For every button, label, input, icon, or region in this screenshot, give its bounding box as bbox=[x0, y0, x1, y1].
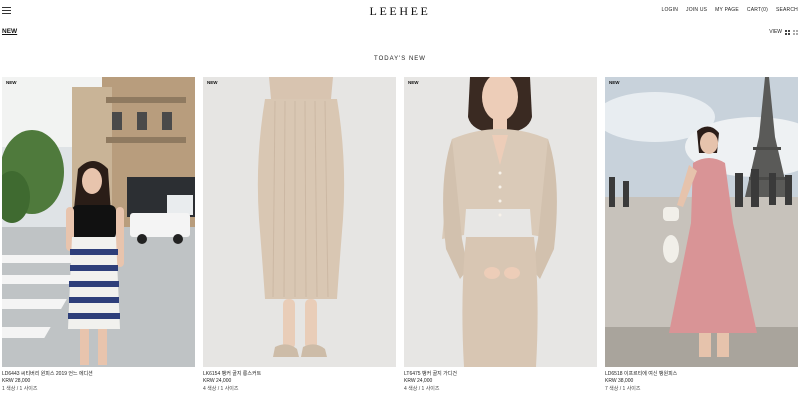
product-price: KRW 38,000 bbox=[605, 378, 634, 384]
product-image[interactable]: NEW bbox=[2, 77, 195, 367]
product-image[interactable]: NEW bbox=[203, 77, 396, 367]
product-name[interactable]: LD6518 이프르티에 여신 뱅원피스 bbox=[605, 370, 798, 377]
cart-link[interactable]: CART(0) bbox=[747, 7, 768, 13]
product-name[interactable]: LD6443 씨티버리 원피스 2019 언느 에디션 bbox=[2, 370, 195, 377]
product-image[interactable]: NEW bbox=[404, 77, 597, 367]
view-label: VIEW bbox=[769, 29, 782, 35]
product-options: 4 색상 / 1 사이즈 bbox=[203, 386, 239, 392]
grid-view-icon[interactable] bbox=[785, 29, 790, 35]
new-badge: NEW bbox=[609, 80, 620, 85]
product-card: NEW LT6475 뱅커 골지 가디건 KRW 24,000 4 색상 / 1… bbox=[404, 77, 597, 392]
new-badge: NEW bbox=[408, 80, 419, 85]
large-view-icon[interactable] bbox=[793, 29, 798, 35]
product-card: NEW LD6443 씨티버리 원피스 2019 언느 에디션 KRW 28,0… bbox=[2, 77, 195, 392]
section-title: TODAY'S NEW bbox=[374, 56, 426, 62]
site-header: LEEHEE LOGIN JOIN US MY PAGE CART(0) SEA… bbox=[0, 0, 800, 22]
top-nav: LOGIN JOIN US MY PAGE CART(0) SEARCH bbox=[661, 7, 798, 13]
product-price: KRW 24,000 bbox=[404, 378, 433, 384]
product-options: 1 색상 / 1 사이즈 bbox=[2, 386, 38, 392]
view-switcher: VIEW bbox=[769, 29, 798, 35]
product-options: 7 색상 / 1 사이즈 bbox=[605, 386, 641, 392]
my-page-link[interactable]: MY PAGE bbox=[715, 7, 739, 13]
search-link[interactable]: SEARCH bbox=[776, 7, 798, 13]
new-badge: NEW bbox=[207, 80, 218, 85]
product-price: KRW 28,000 bbox=[2, 378, 31, 384]
product-name[interactable]: LK6154 뱅커 골지 롱스커트 bbox=[203, 370, 396, 377]
product-image[interactable]: NEW bbox=[605, 77, 798, 367]
new-badge: NEW bbox=[6, 80, 17, 85]
product-card: NEW LK6154 뱅커 골지 롱스커트 KRW 24,000 4 색상 / … bbox=[203, 77, 396, 392]
login-link[interactable]: LOGIN bbox=[661, 7, 678, 13]
join-us-link[interactable]: JOIN US bbox=[686, 7, 707, 13]
product-price: KRW 24,000 bbox=[203, 378, 232, 384]
product-card: NEW LD6518 이프르티에 여신 뱅원피스 KRW 38,000 7 색상… bbox=[605, 77, 798, 392]
product-name[interactable]: LT6475 뱅커 골지 가디건 bbox=[404, 370, 597, 377]
category-new-link[interactable]: NEW bbox=[2, 28, 17, 35]
product-options: 4 색상 / 1 사이즈 bbox=[404, 386, 440, 392]
